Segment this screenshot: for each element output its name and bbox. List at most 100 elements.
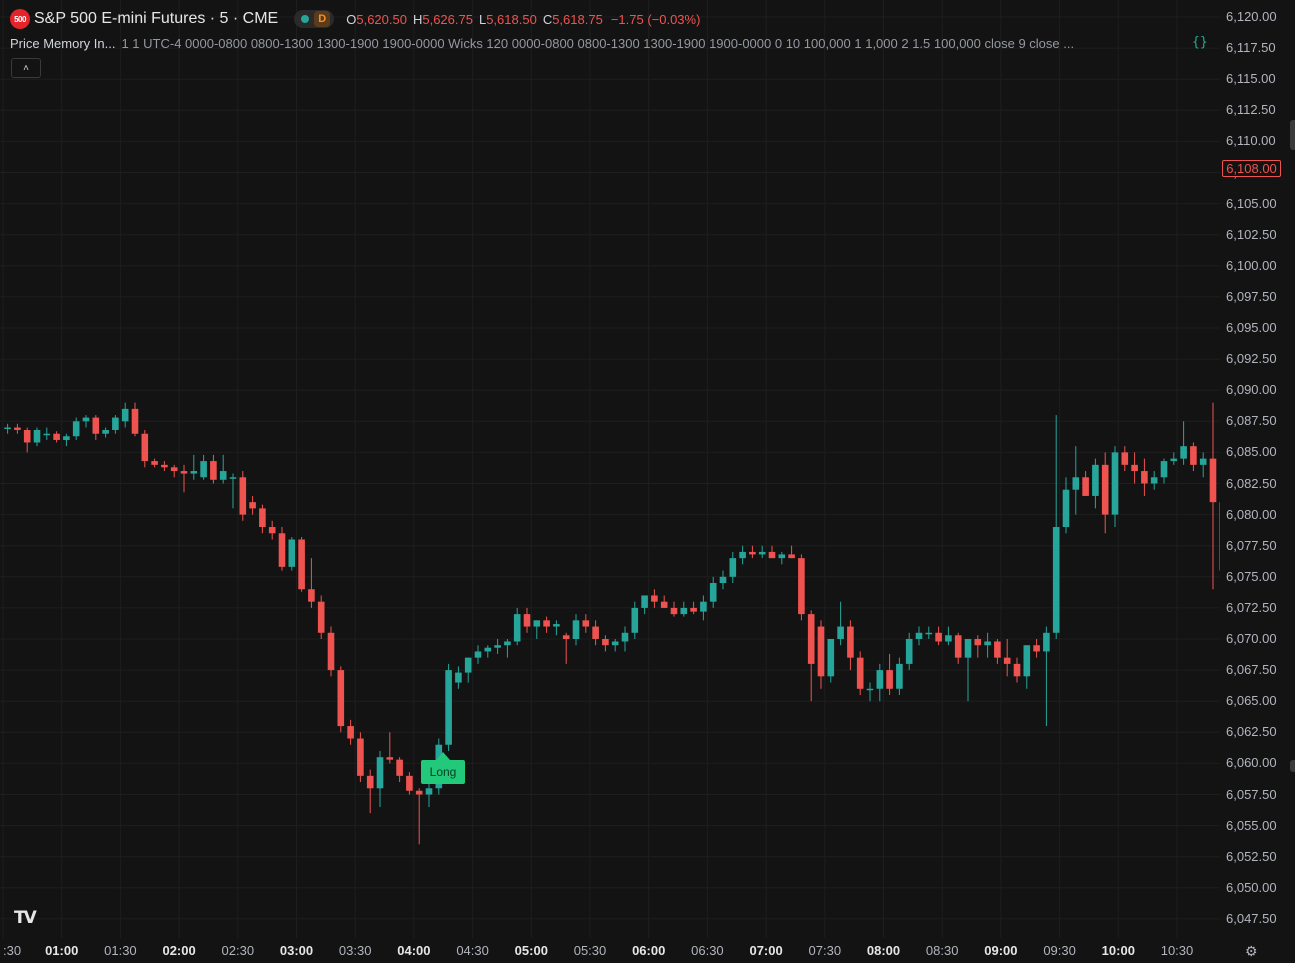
gear-icon[interactable]: ⚙ [1245, 943, 1258, 960]
time-tick-label: 03:30 [338, 943, 372, 958]
time-tick-label: 09:30 [1043, 943, 1076, 958]
candle-body [1150, 477, 1158, 484]
candle [651, 589, 658, 608]
market-open-dot-icon [301, 15, 310, 23]
candle [935, 626, 942, 646]
indicator-arguments: 1 1 UTC-4 0000-0800 0800-1300 1300-1900 … [121, 35, 1075, 51]
candle [278, 527, 286, 571]
price-tick-label: 6,072.50 [1226, 599, 1277, 615]
time-tick-label: 05:30 [573, 943, 607, 958]
candle [788, 545, 795, 559]
candle-body [670, 607, 678, 615]
candle-body [945, 635, 952, 642]
candle [210, 454, 217, 484]
symbol-logo[interactable]: 500 [10, 9, 30, 29]
indicator-legend[interactable]: Price Memory In... 1 1 UTC-4 0000-0800 0… [10, 34, 1074, 52]
price-tick-label: 6,115.00 [1226, 71, 1276, 87]
candle-body [141, 433, 149, 462]
close-value: C5,618.75 [542, 11, 603, 27]
candle [63, 433, 70, 447]
candle [386, 732, 394, 764]
price-tick-label: 6,085.00 [1226, 444, 1277, 460]
candle [1150, 471, 1158, 490]
candle [180, 464, 188, 493]
market-status-pill[interactable]: D [294, 10, 335, 28]
candle [729, 551, 737, 584]
collapse-legend-button[interactable]: ˄ [11, 58, 41, 78]
candle-body [915, 632, 923, 639]
candle [523, 607, 531, 633]
candle [1023, 645, 1031, 689]
candle-body [788, 554, 795, 559]
candle-body [396, 759, 403, 776]
candle [1003, 639, 1011, 677]
candle-body [484, 647, 492, 652]
candle [494, 639, 501, 654]
candle [1141, 458, 1148, 496]
high-value: H5,626.75 [412, 11, 473, 27]
candle-body [994, 641, 1001, 658]
candle-body [4, 427, 11, 430]
candle-body [905, 639, 913, 664]
price-tick-label: 6,067.50 [1226, 662, 1277, 678]
candle [23, 427, 31, 453]
candle-body [582, 620, 590, 627]
candle-body [33, 430, 41, 443]
candle-body [592, 626, 599, 639]
candle-body [768, 551, 776, 559]
candle-body [827, 639, 835, 677]
candle-body [641, 595, 648, 608]
candle-body [170, 467, 178, 472]
candle-body [572, 620, 580, 639]
candle-body [1062, 489, 1070, 528]
price-axis[interactable]: 6,120.00 6,117.50 6,115.00 6,112.50 6,110.00… [1220, 0, 1295, 938]
candle [533, 620, 541, 639]
candle [954, 632, 962, 664]
candle-body [190, 471, 198, 474]
candle-body [298, 539, 305, 590]
candle-body [1199, 458, 1207, 465]
candle [1033, 639, 1040, 658]
candle-body [317, 601, 325, 633]
candle-body [161, 464, 168, 468]
indicator-name[interactable]: Price Memory In... [10, 36, 115, 51]
candle [14, 423, 21, 434]
time-axis[interactable]: :30 01:00 01:30 02:00 02:30 03:00 03:30 04:00 04… [0, 938, 1240, 963]
price-tick-label: 6,070.00 [1226, 631, 1277, 646]
chevron-up-icon: ˄ [23, 62, 29, 74]
price-tick-label: 6,090.00 [1226, 382, 1277, 398]
candle [200, 454, 207, 480]
tradingview-logo-icon[interactable]: TV [14, 908, 37, 928]
candle-body [925, 632, 933, 635]
candle-body [1180, 446, 1187, 459]
price-chart[interactable] [0, 0, 1220, 938]
candle [513, 607, 521, 646]
candle [239, 471, 247, 521]
candle [1072, 446, 1080, 515]
candle-body [327, 632, 335, 671]
candle-body [758, 551, 766, 555]
candle-body [886, 670, 893, 689]
candle-body [219, 471, 227, 480]
candle-body [249, 502, 256, 509]
symbol-title[interactable]: S&P 500 E-mini Futures · 5 · CME [34, 10, 278, 28]
candle-body [1190, 446, 1197, 465]
candle-body [14, 427, 21, 431]
candle [817, 620, 825, 689]
right-edge-handle[interactable] [1290, 120, 1295, 150]
candle-body [1092, 464, 1099, 496]
candle [337, 666, 345, 733]
candle [592, 620, 599, 646]
candle-body [82, 417, 90, 422]
candle [631, 601, 639, 639]
candle [1121, 446, 1129, 472]
indicator-source-code-icon[interactable]: {} [1192, 35, 1208, 50]
long-signal-label[interactable]: Long [421, 760, 465, 784]
candle-body [1043, 632, 1050, 652]
candle-body [308, 589, 315, 602]
candle [758, 545, 766, 559]
candle-body [778, 554, 786, 559]
candle-body [1121, 452, 1129, 465]
candle-body [43, 433, 51, 436]
candle [1052, 415, 1060, 639]
